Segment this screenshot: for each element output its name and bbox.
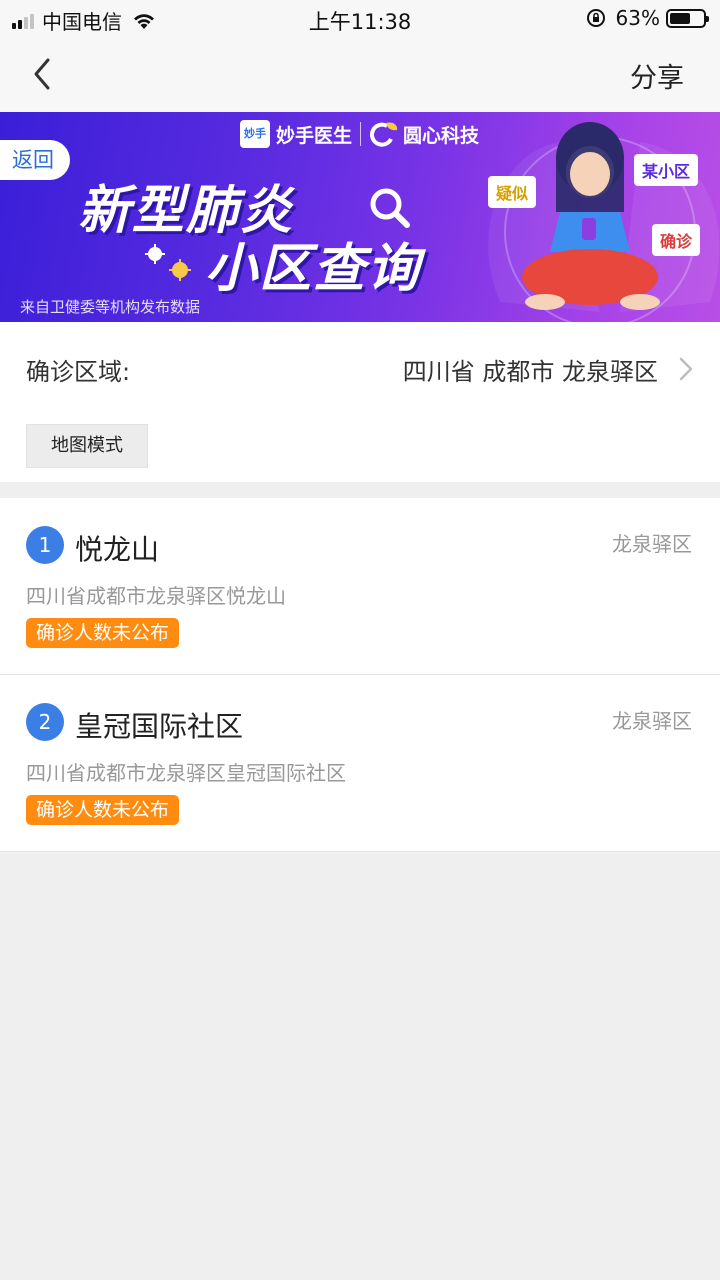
community-name: 皇冠国际社区: [75, 710, 244, 743]
tag-community: 某小区: [634, 154, 699, 186]
brand2-name: 圆心科技: [403, 124, 480, 147]
nav-bar: 分享: [0, 38, 720, 112]
share-button[interactable]: 分享: [630, 56, 684, 95]
tag-suspected: 疑似: [488, 176, 537, 208]
brand-logos: 妙手 妙手医生 圆心科技: [240, 120, 479, 148]
brand1-name: 妙手医生: [276, 124, 353, 147]
brand1-logo: 妙手: [240, 120, 270, 148]
status-right: 63%: [586, 6, 709, 30]
banner-back-button[interactable]: 返回: [0, 140, 70, 180]
battery-fill: [670, 12, 691, 24]
banner: 返回 妙手 妙手医生 圆心科技 新型肺炎 小区查询 来自卫健委等机构发布数据 疑…: [0, 112, 720, 322]
list-item[interactable]: 1 悦龙山 龙泉驿区 四川省成都市龙泉驿区悦龙山 确诊人数未公布: [0, 498, 720, 675]
community-district: 龙泉驿区: [612, 532, 692, 556]
status-bar: 中国电信 上午11:38 63%: [0, 0, 720, 38]
region-selector[interactable]: 四川省 成都市 龙泉驿区: [403, 352, 658, 387]
region-card: 确诊区域: 四川省 成都市 龙泉驿区 地图模式: [0, 322, 720, 482]
chevron-left-icon[interactable]: [28, 56, 58, 92]
community-name: 悦龙山: [75, 533, 160, 566]
battery-icon: [666, 8, 709, 28]
list-item[interactable]: 2 皇冠国际社区 龙泉驿区 四川省成都市龙泉驿区皇冠国际社区 确诊人数未公布: [0, 675, 720, 852]
tag-confirmed: 确诊: [652, 224, 701, 256]
battery-percent: 63%: [615, 6, 660, 30]
index-badge: 2: [26, 703, 64, 741]
community-address: 四川省成都市龙泉驿区皇冠国际社区: [26, 761, 346, 785]
community-address: 四川省成都市龙泉驿区悦龙山: [26, 584, 286, 608]
yuanxin-logo-icon: [370, 122, 398, 147]
banner-caption: 来自卫健委等机构发布数据: [20, 298, 201, 316]
status-badge: 确诊人数未公布: [26, 618, 180, 648]
community-list: 1 悦龙山 龙泉驿区 四川省成都市龙泉驿区悦龙山 确诊人数未公布 2 皇冠国际社…: [0, 498, 720, 852]
rotation-lock-icon: [586, 9, 605, 27]
chevron-right-icon[interactable]: [678, 356, 694, 382]
banner-title-line2: 小区查询: [205, 239, 422, 299]
status-badge: 确诊人数未公布: [26, 795, 180, 825]
index-badge: 1: [26, 526, 64, 564]
brand-divider: [360, 122, 362, 146]
map-mode-button[interactable]: 地图模式: [26, 424, 148, 468]
region-label: 确诊区域:: [26, 358, 131, 386]
community-district: 龙泉驿区: [612, 709, 692, 733]
